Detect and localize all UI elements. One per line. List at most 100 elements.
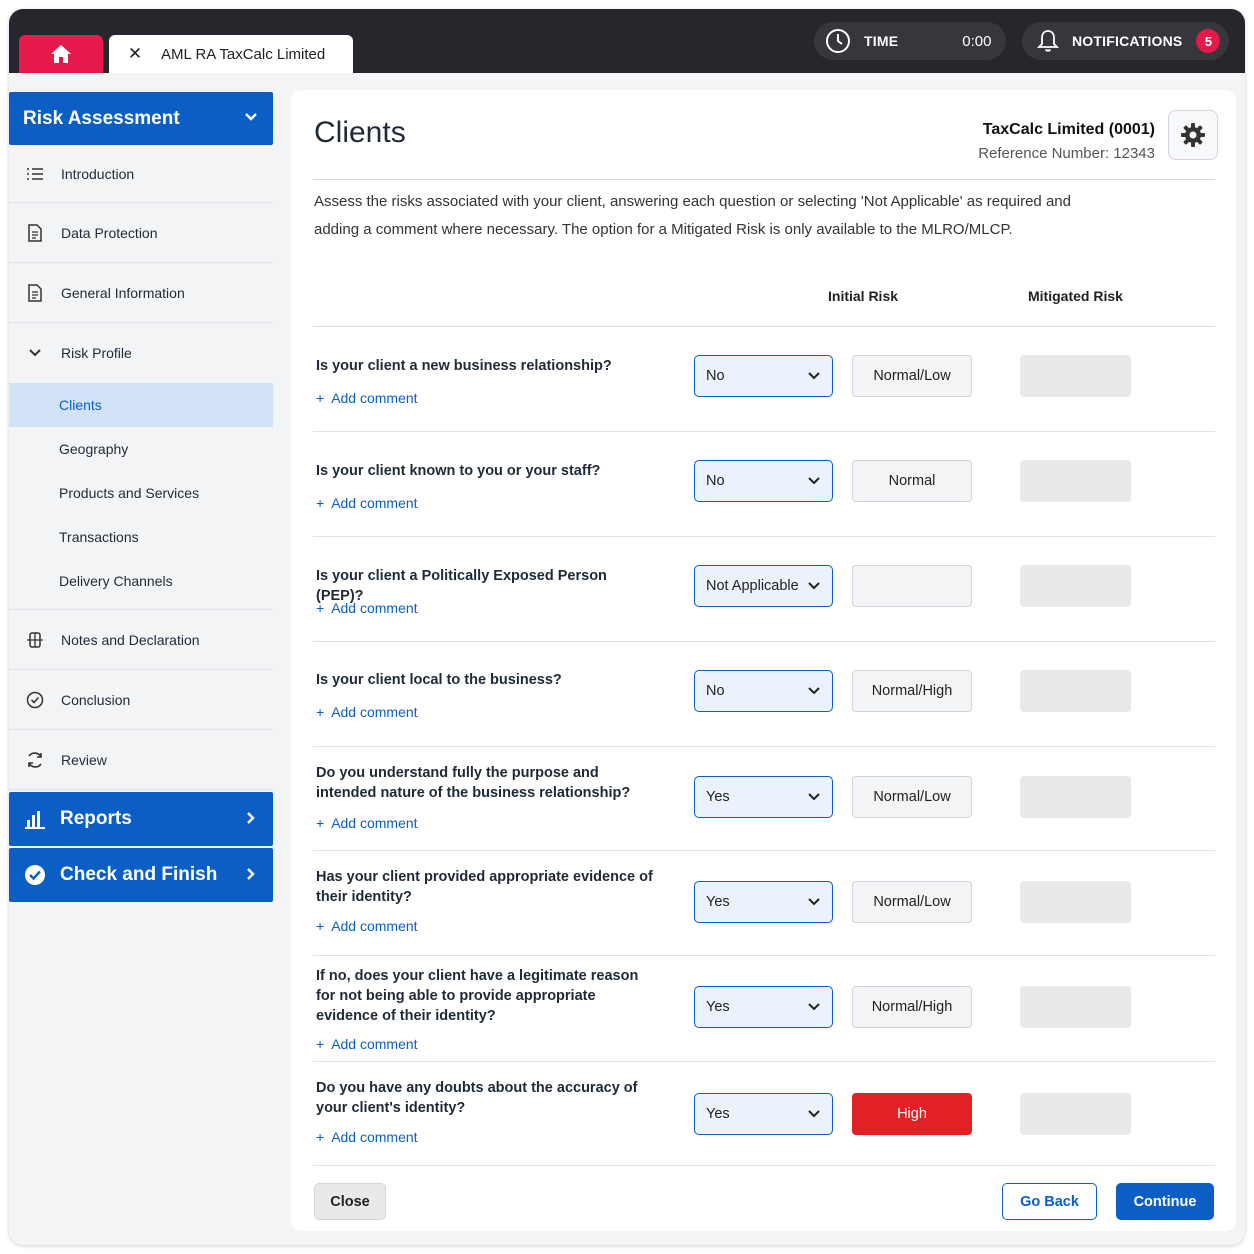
answer-select[interactable]: No [694, 460, 833, 502]
add-comment-link[interactable]: + Add comment [316, 600, 418, 616]
time-label: TIME [864, 33, 899, 49]
sidebar-subitem-delivery-channels[interactable]: Delivery Channels [9, 559, 273, 603]
chevron-down-icon [808, 1003, 820, 1011]
answer-value: No [706, 683, 725, 699]
sidebar-item-data-protection[interactable]: Data Protection [9, 203, 273, 263]
reference-number: Reference Number: 12343 [978, 145, 1155, 162]
initial-risk-value: Normal/Low [852, 355, 972, 397]
sidebar-item-general-information[interactable]: General Information [9, 263, 273, 323]
answer-select[interactable]: No [694, 355, 833, 397]
answer-select[interactable]: Yes [694, 881, 833, 923]
add-comment-link[interactable]: + Add comment [316, 390, 418, 406]
mitigated-risk-field [1020, 670, 1131, 712]
document-tab[interactable]: ✕ AML RA TaxCalc Limited [109, 35, 353, 73]
sidebar-subitem-transactions[interactable]: Transactions [9, 515, 273, 559]
add-comment-link[interactable]: + Add comment [316, 1129, 418, 1145]
risk-assessment-header[interactable]: Risk Assessment [9, 92, 273, 145]
sidebar-item-conclusion[interactable]: Conclusion [9, 670, 273, 730]
add-comment-label: Add comment [331, 1036, 418, 1052]
question-row: Do you have any doubts about the accurac… [313, 1062, 1215, 1166]
refresh-icon [9, 751, 61, 769]
add-comment-link[interactable]: + Add comment [316, 918, 418, 934]
answer-value: Yes [706, 1106, 730, 1122]
initial-risk-value: Normal/Low [852, 881, 972, 923]
mitigated-risk-field [1020, 565, 1131, 607]
close-tab-icon[interactable]: ✕ [109, 44, 161, 64]
answer-value: No [706, 473, 725, 489]
add-comment-link[interactable]: + Add comment [316, 815, 418, 831]
sidebar-item-label: Notes and Declaration [61, 631, 200, 648]
chevron-down-icon [808, 687, 820, 695]
header-divider [313, 179, 1215, 180]
continue-button[interactable]: Continue [1116, 1183, 1214, 1220]
answer-select[interactable]: Not Applicable [694, 565, 833, 607]
sidebar-item-notes-and-declaration[interactable]: Notes and Declaration [9, 610, 273, 670]
answer-select[interactable]: Yes [694, 986, 833, 1028]
sidebar-check-and-finish[interactable]: Check and Finish [9, 848, 273, 902]
answer-value: No [706, 368, 725, 384]
question-text: Do you have any doubts about the accurac… [316, 1080, 638, 1116]
sidebar-item-label: Conclusion [61, 691, 131, 708]
gear-icon [1181, 123, 1205, 147]
intro-text: Assess the risks associated with your cl… [314, 193, 1071, 238]
question-row: Is your client known to you or your staf… [313, 432, 1215, 537]
home-icon [51, 45, 71, 63]
sidebar-item-review[interactable]: Review [9, 730, 273, 790]
add-comment-label: Add comment [331, 815, 418, 831]
mitigated-risk-field [1020, 986, 1131, 1028]
question-text: Is your client local to the business? [316, 672, 562, 688]
answer-select[interactable]: No [694, 670, 833, 712]
answer-select[interactable]: Yes [694, 776, 833, 818]
add-comment-link[interactable]: + Add comment [316, 704, 418, 720]
sidebar-subitem-products-and-services[interactable]: Products and Services [9, 471, 273, 515]
answer-select[interactable]: Yes [694, 1093, 833, 1135]
question-text: Has your client provided appropriate evi… [316, 869, 653, 905]
mitigated-risk-field [1020, 881, 1131, 923]
notifications-count-badge: 5 [1196, 29, 1221, 53]
check-and-finish-label: Check and Finish [60, 864, 218, 885]
answer-value: Yes [706, 789, 730, 805]
question-row: Is your client local to the business? + A… [313, 642, 1215, 747]
sidebar-item-label: Introduction [61, 165, 135, 182]
mitigated-risk-field [1020, 1093, 1131, 1135]
top-bar: ✕ AML RA TaxCalc Limited TIME 0:00 NOTIF… [9, 9, 1245, 73]
close-button[interactable]: Close [314, 1183, 386, 1220]
page-title: Clients [314, 116, 406, 149]
notifications-button[interactable]: NOTIFICATIONS 5 [1022, 22, 1229, 60]
settings-button[interactable] [1168, 110, 1218, 160]
chevron-down-icon [808, 477, 820, 485]
mitigated-risk-field [1020, 776, 1131, 818]
add-comment-label: Add comment [331, 495, 418, 511]
document-icon [9, 223, 61, 242]
home-button[interactable] [19, 35, 103, 73]
timer: TIME 0:00 [814, 22, 1006, 60]
question-row: Do you understand fully the purpose and … [313, 747, 1215, 851]
sidebar-item-risk-profile[interactable]: Risk Profile [9, 323, 273, 383]
question-text: Do you understand fully the purpose and … [316, 765, 631, 801]
document-icon [9, 283, 61, 302]
add-comment-link[interactable]: + Add comment [316, 1036, 418, 1052]
chevron-down-icon [808, 372, 820, 380]
bell-icon [1037, 30, 1059, 52]
sidebar-reports[interactable]: Reports [9, 792, 273, 846]
answer-value: Yes [706, 999, 730, 1015]
go-back-button[interactable]: Go Back [1002, 1183, 1097, 1220]
sidebar-item-introduction[interactable]: Introduction [9, 145, 273, 203]
time-value: 0:00 [962, 32, 992, 50]
globe-icon [9, 631, 61, 649]
risk-assessment-title: Risk Assessment [23, 107, 180, 129]
mitigated-risk-header: Mitigated Risk [1028, 288, 1123, 304]
main-panel: Clients TaxCalc Limited (0001) Reference… [291, 90, 1236, 1231]
mitigated-risk-field [1020, 460, 1131, 502]
add-comment-label: Add comment [331, 918, 418, 934]
add-comment-link[interactable]: + Add comment [316, 495, 418, 511]
sidebar-subitem-geography[interactable]: Geography [9, 427, 273, 471]
add-comment-label: Add comment [331, 1129, 418, 1145]
question-row: Is your client a Politically Exposed Per… [313, 537, 1215, 642]
chevron-down-icon [808, 582, 820, 590]
sidebar: Risk Assessment Introduction Data Protec… [9, 92, 273, 902]
initial-risk-value: Normal [852, 460, 972, 502]
app-window: ✕ AML RA TaxCalc Limited TIME 0:00 NOTIF… [9, 9, 1245, 1245]
sidebar-subitem-clients[interactable]: Clients [9, 383, 273, 427]
chevron-down-icon [245, 113, 257, 121]
